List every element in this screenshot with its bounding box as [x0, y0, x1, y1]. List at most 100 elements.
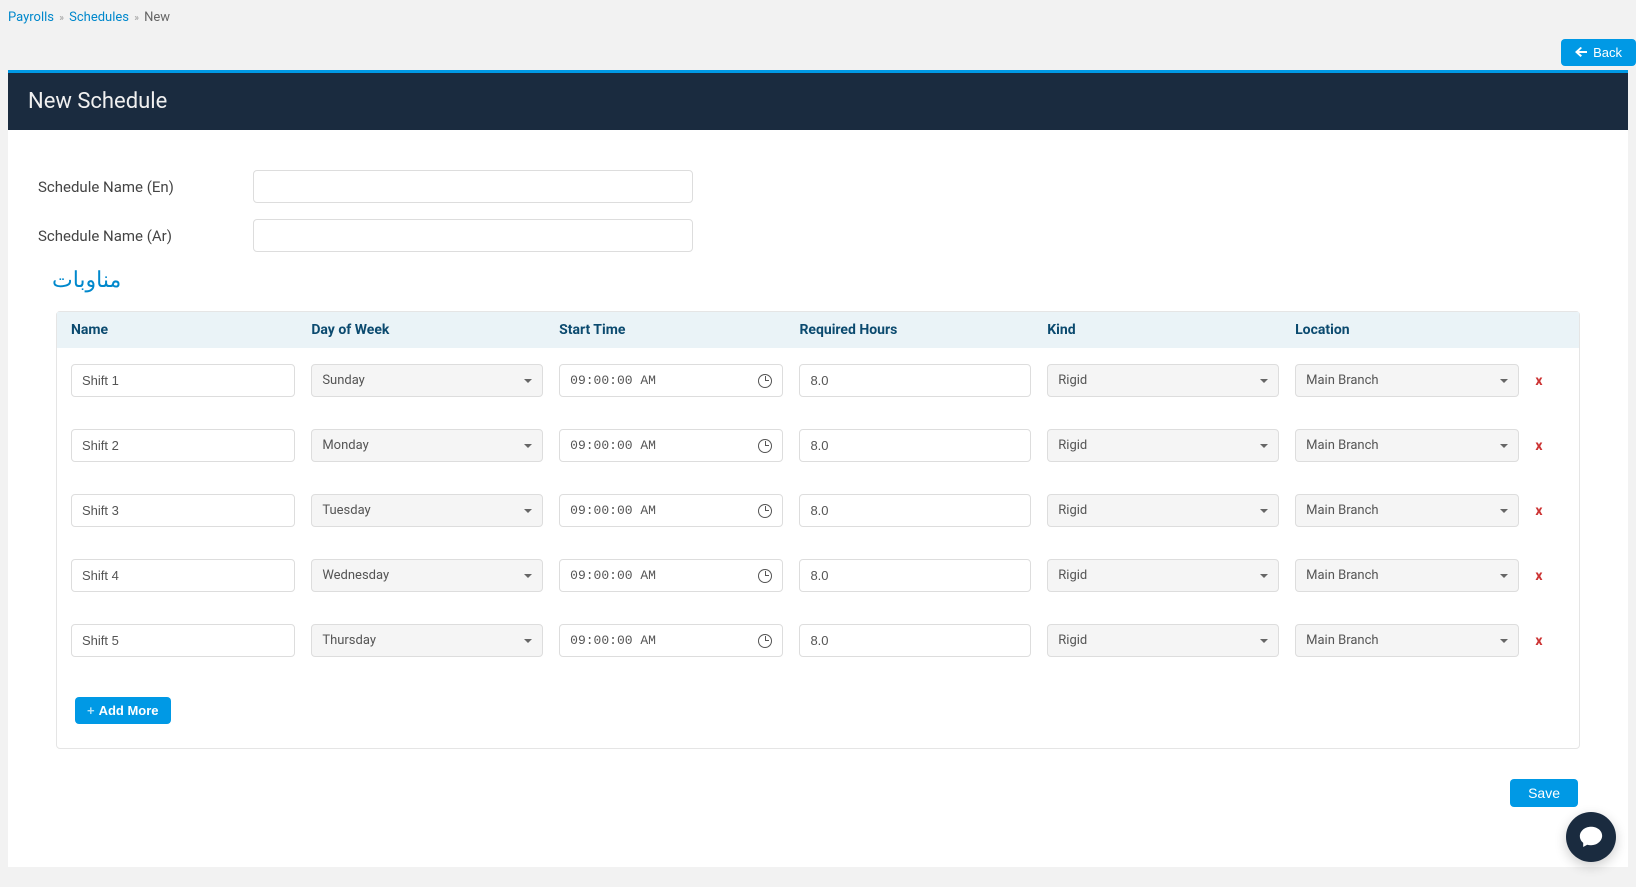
- start-time-input[interactable]: 09:00:00 AM: [559, 364, 783, 397]
- delete-row-button[interactable]: x: [1535, 568, 1542, 584]
- kind-select-value: Rigid: [1058, 373, 1087, 388]
- shift-name-input[interactable]: [71, 494, 295, 527]
- start-time-input[interactable]: 09:00:00 AM: [559, 494, 783, 527]
- table-header-row: Name Day of Week Start Time Required Hou…: [57, 312, 1579, 348]
- header-hours: Required Hours: [795, 322, 1043, 338]
- kind-select-value: Rigid: [1058, 438, 1087, 453]
- required-hours-input[interactable]: [799, 429, 1031, 462]
- delete-row-button[interactable]: x: [1535, 373, 1542, 389]
- location-select[interactable]: Main Branch: [1295, 364, 1519, 397]
- caret-down-icon: [524, 379, 532, 383]
- breadcrumb-current: New: [144, 10, 170, 25]
- caret-down-icon: [524, 639, 532, 643]
- day-of-week-select[interactable]: Sunday: [311, 364, 543, 397]
- start-time-input[interactable]: 09:00:00 AM: [559, 624, 783, 657]
- delete-row-button[interactable]: x: [1535, 503, 1542, 519]
- table-row: Thursday 09:00:00 AM Rigid Main Branch: [57, 608, 1579, 673]
- day-of-week-select[interactable]: Tuesday: [311, 494, 543, 527]
- location-select[interactable]: Main Branch: [1295, 494, 1519, 527]
- caret-down-icon: [1500, 509, 1508, 513]
- start-time-value: 09:00:00 AM: [570, 373, 656, 388]
- location-select-value: Main Branch: [1306, 568, 1378, 583]
- table-row: Tuesday 09:00:00 AM Rigid Main Branch: [57, 478, 1579, 543]
- clock-icon: [758, 569, 772, 583]
- shift-name-input[interactable]: [71, 559, 295, 592]
- chat-widget-button[interactable]: [1566, 812, 1616, 862]
- delete-row-button[interactable]: x: [1535, 438, 1542, 454]
- save-button[interactable]: Save: [1510, 779, 1578, 807]
- schedule-name-en-input[interactable]: [253, 170, 693, 203]
- add-more-button[interactable]: + Add More: [75, 697, 171, 724]
- clock-icon: [758, 504, 772, 518]
- kind-select[interactable]: Rigid: [1047, 494, 1279, 527]
- breadcrumb-payrolls[interactable]: Payrolls: [8, 10, 54, 25]
- schedule-name-en-label: Schedule Name (En): [38, 178, 253, 196]
- caret-down-icon: [1500, 639, 1508, 643]
- chat-icon: [1578, 824, 1604, 850]
- kind-select-value: Rigid: [1058, 633, 1087, 648]
- header-kind: Kind: [1043, 322, 1291, 338]
- caret-down-icon: [1260, 444, 1268, 448]
- start-time-value: 09:00:00 AM: [570, 503, 656, 518]
- delete-row-button[interactable]: x: [1535, 633, 1542, 649]
- start-time-input[interactable]: 09:00:00 AM: [559, 429, 783, 462]
- shift-name-input[interactable]: [71, 429, 295, 462]
- caret-down-icon: [1500, 444, 1508, 448]
- shifts-section-title: مناوبات: [52, 268, 1598, 293]
- caret-down-icon: [1260, 379, 1268, 383]
- day-of-week-select[interactable]: Monday: [311, 429, 543, 462]
- location-select[interactable]: Main Branch: [1295, 429, 1519, 462]
- kind-select-value: Rigid: [1058, 568, 1087, 583]
- caret-down-icon: [1260, 574, 1268, 578]
- caret-down-icon: [524, 444, 532, 448]
- shifts-table: Name Day of Week Start Time Required Hou…: [56, 311, 1580, 749]
- kind-select[interactable]: Rigid: [1047, 559, 1279, 592]
- shift-name-input[interactable]: [71, 624, 295, 657]
- chevron-right-icon: »: [59, 13, 64, 24]
- kind-select[interactable]: Rigid: [1047, 429, 1279, 462]
- day-of-week-select[interactable]: Thursday: [311, 624, 543, 657]
- required-hours-input[interactable]: [799, 559, 1031, 592]
- kind-select-value: Rigid: [1058, 503, 1087, 518]
- page-title: New Schedule: [8, 70, 1628, 130]
- table-row: Sunday 09:00:00 AM Rigid Main Branch: [57, 348, 1579, 413]
- location-select-value: Main Branch: [1306, 633, 1378, 648]
- breadcrumb-schedules[interactable]: Schedules: [69, 10, 129, 25]
- day-select-value: Tuesday: [322, 503, 370, 518]
- shift-name-input[interactable]: [71, 364, 295, 397]
- start-time-value: 09:00:00 AM: [570, 633, 656, 648]
- required-hours-input[interactable]: [799, 494, 1031, 527]
- required-hours-input[interactable]: [799, 364, 1031, 397]
- clock-icon: [758, 634, 772, 648]
- header-start: Start Time: [555, 322, 795, 338]
- clock-icon: [758, 374, 772, 388]
- day-select-value: Sunday: [322, 373, 365, 388]
- header-day: Day of Week: [307, 322, 555, 338]
- plus-icon: +: [87, 703, 95, 718]
- day-select-value: Wednesday: [322, 568, 389, 583]
- location-select[interactable]: Main Branch: [1295, 624, 1519, 657]
- clock-icon: [758, 439, 772, 453]
- day-of-week-select[interactable]: Wednesday: [311, 559, 543, 592]
- caret-down-icon: [1500, 379, 1508, 383]
- header-name: Name: [67, 322, 307, 338]
- start-time-value: 09:00:00 AM: [570, 438, 656, 453]
- start-time-value: 09:00:00 AM: [570, 568, 656, 583]
- schedule-name-ar-input[interactable]: [253, 219, 693, 252]
- kind-select[interactable]: Rigid: [1047, 364, 1279, 397]
- location-select-value: Main Branch: [1306, 373, 1378, 388]
- back-label: Back: [1593, 45, 1622, 60]
- start-time-input[interactable]: 09:00:00 AM: [559, 559, 783, 592]
- location-select-value: Main Branch: [1306, 438, 1378, 453]
- required-hours-input[interactable]: [799, 624, 1031, 657]
- chevron-right-icon: »: [134, 13, 139, 24]
- location-select[interactable]: Main Branch: [1295, 559, 1519, 592]
- caret-down-icon: [524, 574, 532, 578]
- back-button[interactable]: Back: [1561, 39, 1636, 66]
- caret-down-icon: [1260, 509, 1268, 513]
- breadcrumb: Payrolls » Schedules » New: [0, 0, 1636, 35]
- location-select-value: Main Branch: [1306, 503, 1378, 518]
- kind-select[interactable]: Rigid: [1047, 624, 1279, 657]
- header-location: Location: [1291, 322, 1531, 338]
- schedule-name-ar-label: Schedule Name (Ar): [38, 227, 253, 245]
